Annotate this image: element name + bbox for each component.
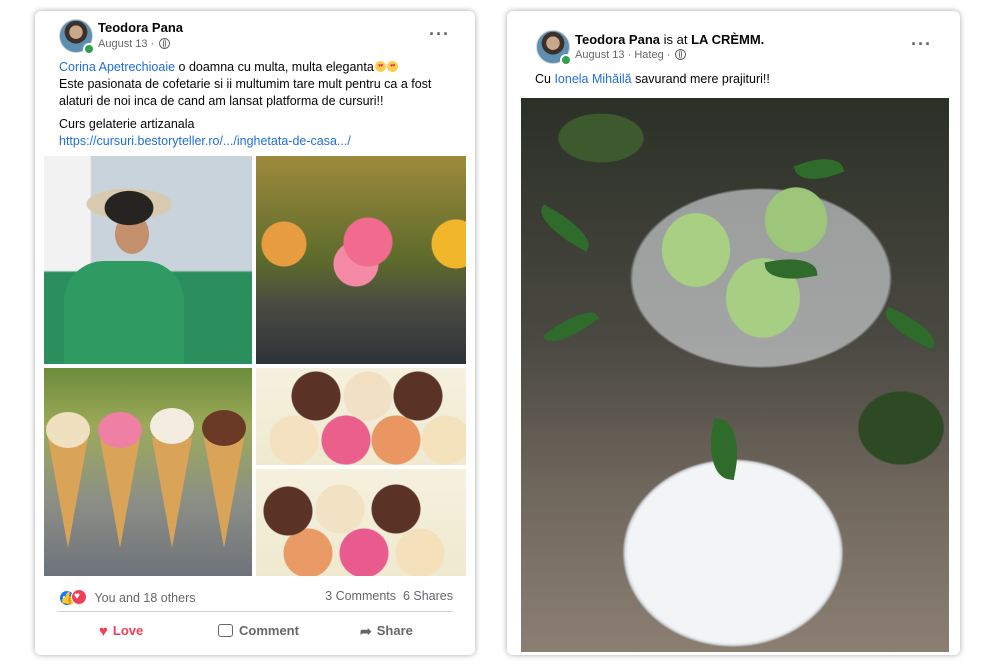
- online-status-dot: [83, 43, 95, 55]
- post-date[interactable]: August 13: [98, 38, 148, 50]
- comments-count[interactable]: 3 Comments: [325, 589, 396, 603]
- more-options-icon[interactable]: ···: [429, 25, 450, 43]
- post-text-rest: savurand mere prajituri!!: [631, 72, 770, 86]
- reactions-text: You and 18 others: [94, 591, 196, 605]
- leaf-shape: [704, 417, 744, 481]
- post-date[interactable]: August 13: [575, 49, 625, 61]
- post-location[interactable]: Hateg: [634, 49, 663, 61]
- engagement-counts: 3 Comments 6 Shares: [325, 589, 453, 603]
- comment-label: Comment: [239, 623, 299, 638]
- globe-icon: [159, 38, 171, 49]
- mention-link[interactable]: Corina Apetrechioaie: [59, 60, 175, 74]
- comment-icon: [218, 624, 233, 637]
- post-text-line3: Curs gelaterie artizanala: [59, 117, 195, 131]
- is-at-text: is at: [663, 32, 688, 47]
- comment-button[interactable]: Comment: [218, 623, 299, 638]
- cone-shape: [100, 438, 140, 548]
- love-button[interactable]: ♥ Love: [99, 623, 143, 640]
- photo-woman-hat[interactable]: [44, 156, 252, 364]
- post-text-line1: o doamna cu multa, multa eleganta: [175, 60, 374, 74]
- course-link[interactable]: https://cursuri.bestoryteller.ro/.../ing…: [59, 133, 459, 150]
- post-card-2: Teodora Pana is at LA CRÈMM. August 13 ·…: [507, 11, 960, 655]
- online-status-dot: [560, 54, 572, 66]
- share-icon: ➦: [360, 623, 372, 639]
- photo-ice-cream-cups[interactable]: [256, 156, 466, 364]
- cone-shape: [204, 438, 244, 548]
- heart-eyes-emoji-icon: [386, 61, 398, 72]
- scoop-shape: [150, 408, 194, 444]
- share-button[interactable]: ➦ Share: [360, 623, 413, 640]
- scoop-shape: [98, 412, 142, 448]
- love-label: Love: [112, 623, 144, 638]
- share-label: Share: [376, 623, 413, 638]
- post-author[interactable]: Teodora Pana: [575, 32, 660, 47]
- heart-icon: ♥: [99, 623, 108, 640]
- post-text-line2: Este pasionata de cofetarie si ii multum…: [59, 77, 432, 108]
- leaf-shape: [793, 150, 845, 188]
- more-options-icon[interactable]: ···: [911, 35, 932, 53]
- leaf-shape: [534, 204, 596, 252]
- reactions-summary[interactable]: ♥ You and 18 others: [60, 589, 196, 606]
- post-text-prefix: Cu: [535, 72, 555, 86]
- leaf-shape: [879, 306, 941, 350]
- leaf-shape: [764, 253, 818, 285]
- photo-green-apples[interactable]: [521, 98, 949, 652]
- cone-shape: [48, 438, 88, 548]
- post-card-1: Teodora Pana August 13 · ··· Corina Apet…: [35, 11, 475, 655]
- mention-link[interactable]: Ionela Mihăilă: [554, 72, 631, 86]
- globe-icon: [675, 49, 687, 60]
- love-reaction-icon: ♥: [71, 589, 87, 605]
- scoop-shape: [202, 410, 246, 446]
- photo-ice-cream-tray-2[interactable]: [256, 469, 466, 576]
- scoop-shape: [46, 412, 90, 448]
- leaf-shape: [542, 303, 600, 351]
- place-link[interactable]: LA CRÈMM.: [691, 32, 764, 47]
- photo-ice-cream-tray-1[interactable]: [256, 368, 466, 465]
- post-meta: August 13 ·: [98, 38, 171, 50]
- shares-count[interactable]: 6 Shares: [403, 589, 453, 603]
- post-text: Corina Apetrechioaie o doamna cu multa, …: [59, 59, 459, 150]
- heart-eyes-emoji-icon: [374, 61, 386, 72]
- divider: [57, 611, 453, 612]
- post-meta: August 13 · Hateg ·: [575, 49, 687, 61]
- cone-shape: [152, 438, 192, 548]
- photo-ice-cream-cones[interactable]: [44, 368, 252, 576]
- post-author[interactable]: Teodora Pana: [98, 20, 183, 35]
- post-header: Teodora Pana is at LA CRÈMM.: [575, 32, 764, 47]
- post-text: Cu Ionela Mihăilă savurand mere prajitur…: [535, 71, 945, 88]
